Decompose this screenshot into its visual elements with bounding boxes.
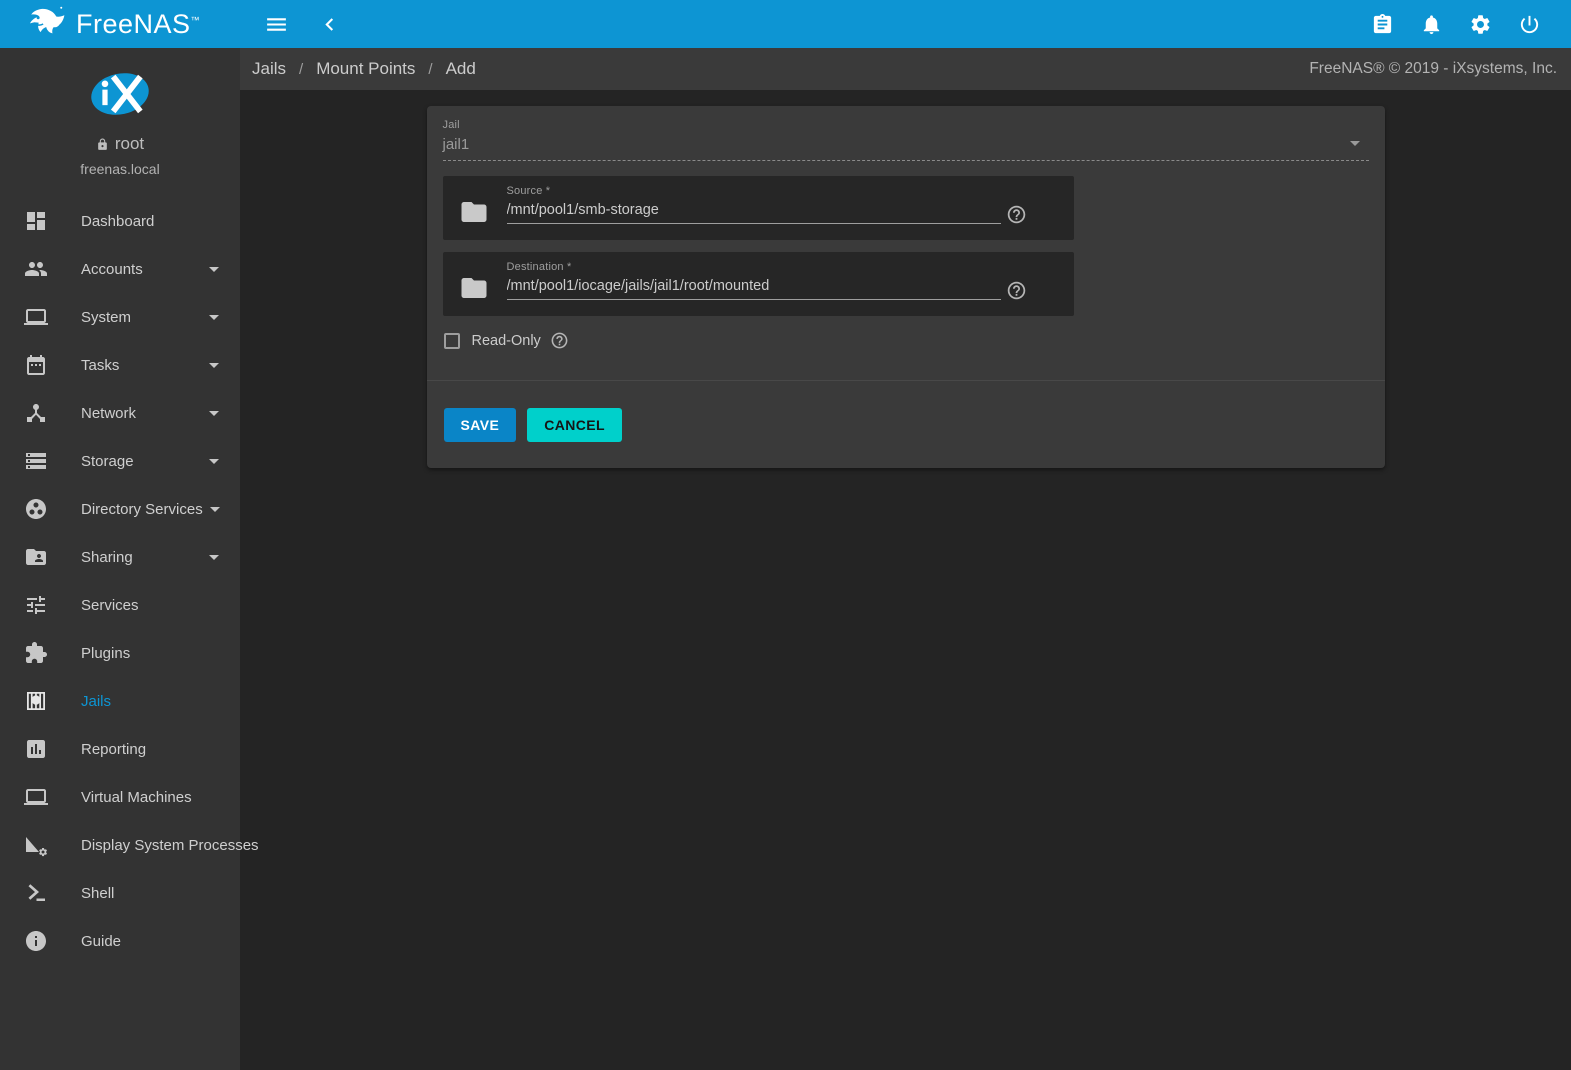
dashboard-icon xyxy=(24,209,48,233)
plugins-icon xyxy=(24,641,48,665)
menu-icon[interactable] xyxy=(264,12,289,37)
jail-select-value[interactable]: jail1 xyxy=(443,131,1369,161)
ix-logo xyxy=(89,70,151,118)
storage-icon xyxy=(24,449,48,473)
sidebar-item-directory-services[interactable]: Directory Services xyxy=(0,485,240,533)
jails-icon xyxy=(24,689,48,713)
chevron-down-icon xyxy=(202,401,226,425)
virtual-machines-icon xyxy=(24,785,48,809)
settings-icon[interactable] xyxy=(1469,13,1492,36)
read-only-row: Read-Only xyxy=(444,331,1369,350)
lock-icon xyxy=(96,138,109,151)
sidebar-item-plugins[interactable]: Plugins xyxy=(0,629,240,677)
breadcrumb-separator: / xyxy=(299,61,303,78)
directory-services-icon xyxy=(24,497,48,521)
display-system-processes-icon xyxy=(24,833,48,857)
sidebar-item-network[interactable]: Network xyxy=(0,389,240,437)
sidebar-item-reporting[interactable]: Reporting xyxy=(0,725,240,773)
breadcrumb-separator: / xyxy=(428,61,432,78)
chevron-down-icon xyxy=(202,353,226,377)
sidebar: root freenas.local Dashboard Accounts Sy… xyxy=(0,48,240,1070)
sidebar-item-services[interactable]: Services xyxy=(0,581,240,629)
chevron-down-icon xyxy=(202,257,226,281)
reporting-icon xyxy=(24,737,48,761)
breadcrumb-jails[interactable]: Jails xyxy=(252,59,286,79)
save-button[interactable]: SAVE xyxy=(444,408,517,442)
chevron-down-icon xyxy=(202,545,226,569)
read-only-label: Read-Only xyxy=(472,333,541,349)
destination-input[interactable] xyxy=(507,275,1001,300)
sidebar-item-system[interactable]: System xyxy=(0,293,240,341)
user-name: root xyxy=(115,134,144,154)
sidebar-item-sharing[interactable]: Sharing xyxy=(0,533,240,581)
sidebar-item-storage[interactable]: Storage xyxy=(0,437,240,485)
freenas-logo: FreeNAS™ xyxy=(0,0,240,48)
chevron-down-icon xyxy=(202,449,226,473)
read-only-help-icon[interactable] xyxy=(550,331,569,350)
cancel-button[interactable]: CANCEL xyxy=(527,408,622,442)
sidebar-item-display-system-processes[interactable]: Display System Processes xyxy=(0,821,240,869)
source-field-label: Source * xyxy=(507,185,1001,197)
task-manager-icon[interactable] xyxy=(1371,13,1394,36)
folder-icon xyxy=(456,185,494,227)
guide-icon xyxy=(24,929,48,953)
mount-point-form-card: Jail jail1 Source * xyxy=(427,106,1385,468)
user-host: freenas.local xyxy=(0,161,240,177)
brand-text: FreeNAS™ xyxy=(76,11,200,38)
read-only-checkbox[interactable] xyxy=(444,333,460,349)
tasks-icon xyxy=(24,353,48,377)
power-icon[interactable] xyxy=(1518,13,1541,36)
user-panel: root freenas.local xyxy=(0,48,240,187)
source-field-group: Source * xyxy=(443,176,1074,240)
sidebar-item-dashboard[interactable]: Dashboard xyxy=(0,197,240,245)
folder-icon xyxy=(456,261,494,303)
sidebar-item-shell[interactable]: Shell xyxy=(0,869,240,917)
breadcrumb: Jails / Mount Points / Add FreeNAS® © 20… xyxy=(240,48,1571,90)
topbar: FreeNAS™ xyxy=(0,0,1571,48)
sidebar-item-accounts[interactable]: Accounts xyxy=(0,245,240,293)
services-icon xyxy=(24,593,48,617)
chevron-down-icon xyxy=(203,497,227,521)
network-icon xyxy=(24,401,48,425)
sidebar-item-jails[interactable]: Jails xyxy=(0,677,240,725)
sidebar-item-virtual-machines[interactable]: Virtual Machines xyxy=(0,773,240,821)
breadcrumb-add: Add xyxy=(446,59,476,79)
jail-select-label: Jail xyxy=(443,119,1369,131)
system-icon xyxy=(24,305,48,329)
shell-icon xyxy=(24,881,48,905)
destination-field-label: Destination * xyxy=(507,261,1001,273)
destination-help-icon[interactable] xyxy=(1006,280,1027,301)
dropdown-arrow-icon[interactable] xyxy=(1343,131,1367,155)
copyright-text: FreeNAS® © 2019 - iXsystems, Inc. xyxy=(1309,60,1557,78)
sharing-icon xyxy=(24,545,48,569)
source-help-icon[interactable] xyxy=(1006,204,1027,225)
notifications-icon[interactable] xyxy=(1420,13,1443,36)
source-input[interactable] xyxy=(507,199,1001,224)
chevron-left-icon[interactable] xyxy=(317,12,342,37)
sidebar-item-guide[interactable]: Guide xyxy=(0,917,240,965)
main-content: Jail jail1 Source * xyxy=(240,90,1571,1070)
destination-field-group: Destination * xyxy=(443,252,1074,316)
chevron-down-icon xyxy=(202,305,226,329)
accounts-icon xyxy=(24,257,48,281)
shark-logo-icon xyxy=(22,4,68,44)
breadcrumb-mount-points[interactable]: Mount Points xyxy=(316,59,415,79)
form-actions: SAVE CANCEL xyxy=(427,380,1385,468)
jail-select[interactable]: Jail jail1 xyxy=(443,119,1369,161)
sidebar-item-tasks[interactable]: Tasks xyxy=(0,341,240,389)
